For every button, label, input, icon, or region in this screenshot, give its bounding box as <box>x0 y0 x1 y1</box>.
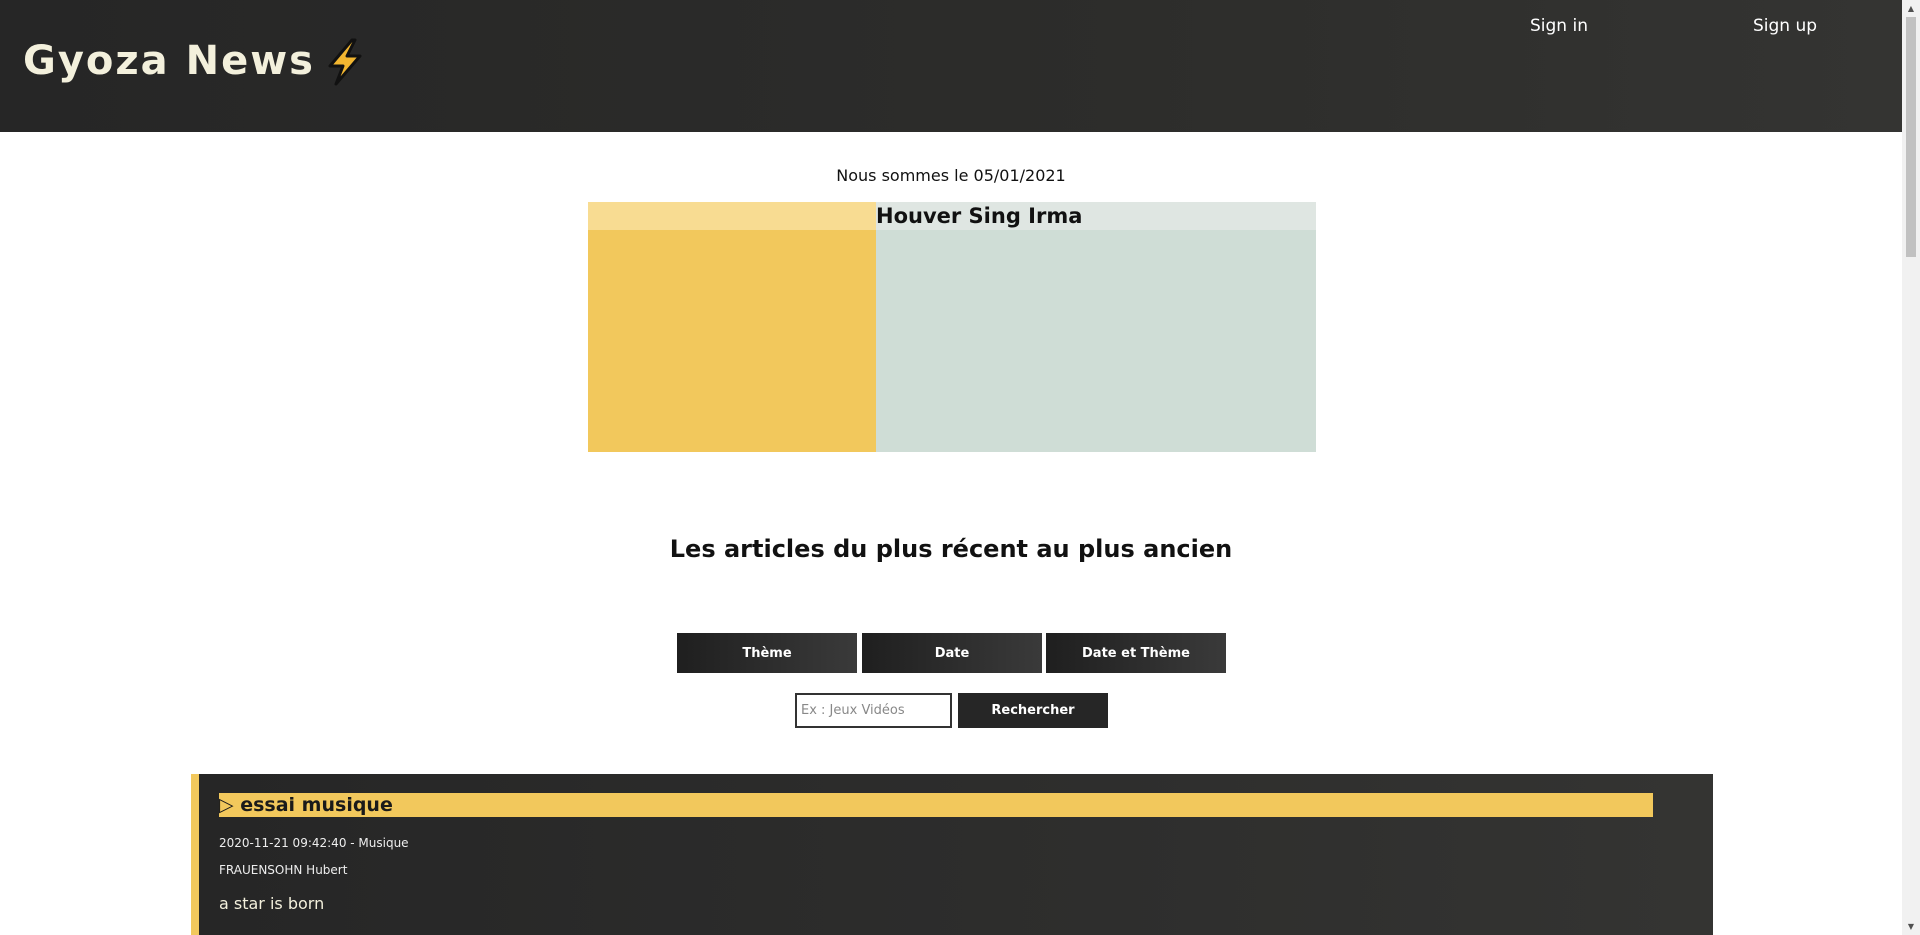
featured-image-top <box>588 202 876 230</box>
search-input[interactable] <box>795 693 952 728</box>
article-author: FRAUENSOHN Hubert <box>219 863 348 877</box>
article-title[interactable]: ▷ essai musique <box>219 793 393 817</box>
scroll-down-arrow-icon[interactable]: ▼ <box>1902 918 1920 935</box>
site-header: Gyoza News Sign in Sign up <box>0 0 1902 132</box>
sign-in-link[interactable]: Sign in <box>1530 16 1588 36</box>
sign-up-link[interactable]: Sign up <box>1753 16 1817 36</box>
articles-section-title: Les articles du plus récent au plus anci… <box>669 535 1233 563</box>
featured-title[interactable]: Houver Sing Irma <box>876 204 1082 228</box>
scroll-up-arrow-icon[interactable]: ▲ <box>1902 0 1920 17</box>
article-body: a star is born <box>219 894 325 913</box>
article-title-bar: ▷ essai musique <box>219 793 1653 817</box>
filter-theme-button[interactable]: Thème <box>677 633 857 673</box>
filter-date-button[interactable]: Date <box>862 633 1042 673</box>
featured-article[interactable]: Houver Sing Irma <box>588 202 1316 452</box>
featured-content-panel <box>876 230 1316 452</box>
site-logo[interactable]: Gyoza News <box>23 38 315 84</box>
scroll-thumb[interactable] <box>1906 17 1916 257</box>
featured-image-placeholder <box>588 230 876 452</box>
page-scrollbar[interactable]: ▲ ▼ <box>1902 0 1920 935</box>
lightning-bolt-icon <box>328 38 362 86</box>
current-date: Nous sommes le 05/01/2021 <box>836 166 1066 185</box>
article-card[interactable]: ▷ essai musique 2020-11-21 09:42:40 - Mu… <box>191 774 1713 935</box>
filter-date-theme-button[interactable]: Date et Thème <box>1046 633 1226 673</box>
article-meta: 2020-11-21 09:42:40 - Musique <box>219 836 409 850</box>
search-button[interactable]: Rechercher <box>958 693 1108 728</box>
